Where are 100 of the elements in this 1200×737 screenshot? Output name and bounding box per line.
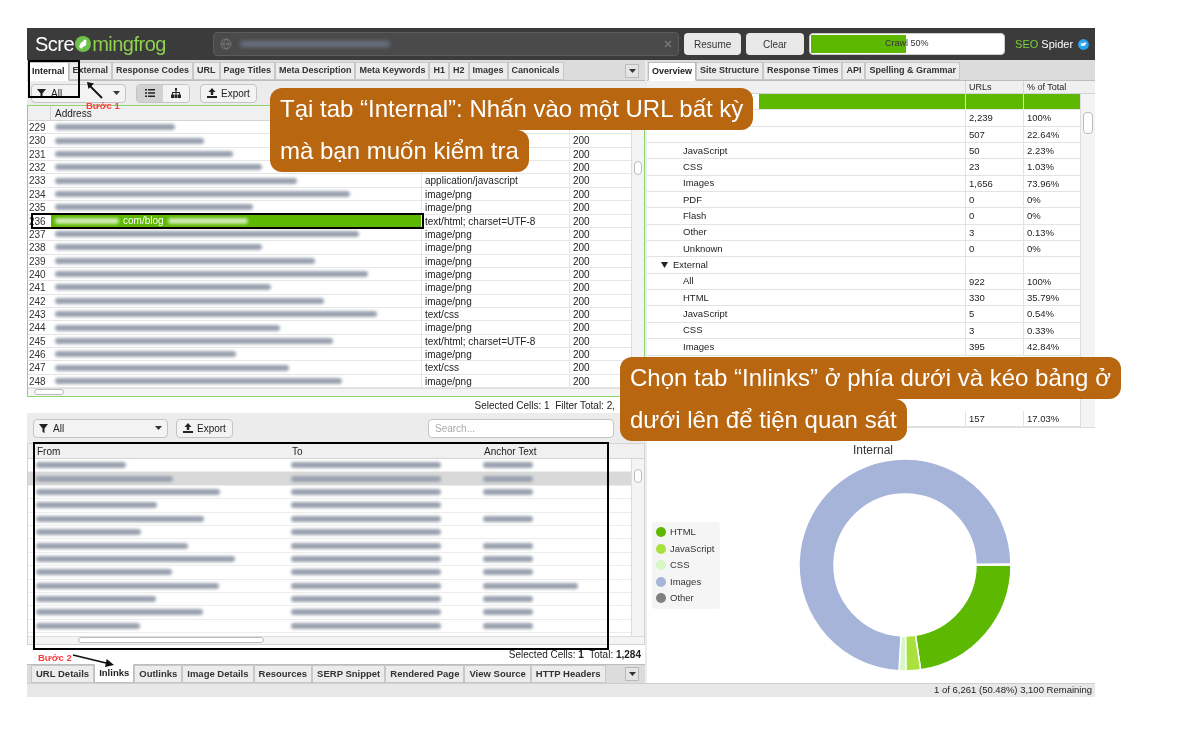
table-row[interactable] — [28, 499, 631, 513]
tab[interactable]: SERP Snippet — [312, 665, 386, 683]
tab[interactable]: API — [842, 62, 866, 80]
tab[interactable]: Response Codes — [112, 62, 194, 80]
logo-text: mingfrog — [92, 32, 166, 57]
tree-label: JavaScript — [683, 143, 728, 158]
table-cell: 23 — [965, 159, 1023, 175]
caret-icon — [628, 672, 636, 676]
row-number: 245 — [28, 334, 47, 348]
table-cell: application/javascript — [421, 174, 569, 187]
status-text: Selected Cells: 1 Total: 1,284 — [508, 648, 641, 662]
row-number: 238 — [28, 241, 47, 254]
table-cell: image/png — [421, 321, 569, 334]
table-cell: 507 — [965, 126, 1023, 143]
tree-label: HTML — [683, 290, 709, 305]
blurred-text — [483, 609, 533, 616]
table-cell: image/png — [421, 281, 569, 294]
column-header: URLs — [965, 81, 1023, 93]
tab[interactable]: H2 — [449, 62, 469, 80]
blurred-text — [483, 488, 533, 495]
row-number: 230 — [28, 134, 47, 147]
tab[interactable]: HTTP Headers — [530, 665, 606, 683]
tab[interactable]: Page Titles — [219, 62, 275, 80]
tab[interactable]: Meta Description — [274, 62, 356, 80]
tab[interactable]: View Source — [464, 665, 531, 683]
url-field[interactable] — [212, 32, 680, 56]
filter-dropdown[interactable]: All — [33, 418, 168, 438]
blurred-text — [55, 217, 119, 224]
view-toggle[interactable] — [137, 84, 163, 102]
export-button[interactable]: Export — [200, 83, 257, 103]
legend-label: JavaScript — [670, 541, 715, 556]
toolbar-button[interactable]: Resume — [684, 33, 742, 55]
tab[interactable]: Outlinks — [134, 665, 183, 683]
dropdown-button[interactable] — [625, 64, 639, 78]
frog-icon — [74, 35, 93, 53]
legend-label: Images — [670, 574, 702, 589]
tab[interactable]: Resources — [253, 665, 313, 683]
callout-text: Tại tab “Internal”: Nhấn vào một URL bất kỳ — [270, 88, 754, 130]
pointer-arrow — [86, 81, 104, 99]
column-header: To — [291, 445, 304, 458]
tree-icon — [171, 88, 181, 98]
row-number: 242 — [28, 294, 47, 308]
table-cell: 922 — [965, 273, 1023, 290]
tab[interactable]: Internal — [28, 62, 69, 81]
tab[interactable]: Site Structure — [696, 62, 764, 80]
chart-title: Internal — [853, 442, 894, 459]
table-cell: text/css — [421, 308, 569, 321]
tab[interactable]: Inlinks — [94, 664, 135, 683]
globe-icon — [219, 38, 232, 50]
tab[interactable]: URL — [193, 62, 220, 80]
legend-label: HTML — [670, 525, 696, 540]
table-row[interactable] — [28, 566, 631, 580]
tab[interactable]: H1 — [429, 62, 449, 80]
scrollbar-thumb[interactable] — [634, 161, 642, 175]
tab[interactable]: Response Times — [763, 62, 843, 80]
tab[interactable]: Image Details — [182, 665, 254, 683]
toolbar-button[interactable]: Clear — [746, 33, 804, 55]
table-cell[interactable] — [1023, 94, 1080, 110]
caret-icon — [113, 91, 120, 95]
table-row[interactable] — [28, 472, 631, 486]
table-cell: image/png — [421, 241, 569, 254]
tab[interactable]: URL Details — [31, 665, 95, 683]
table-cell: 50 — [965, 143, 1023, 159]
table-cell: text/html; charset=UTF-8 — [421, 334, 569, 348]
legend-label: CSS — [670, 558, 690, 573]
scrollbar-thumb[interactable] — [78, 637, 264, 643]
tab[interactable]: Overview — [648, 62, 697, 81]
tab[interactable]: Spelling & Grammar — [865, 62, 960, 80]
url-text: com/blog — [123, 214, 164, 228]
row-number: 244 — [28, 321, 47, 334]
scrollbar-thumb[interactable] — [634, 469, 642, 483]
table-cell: 330 — [965, 290, 1023, 306]
view-toggle[interactable] — [163, 84, 189, 102]
dropdown-button[interactable] — [625, 667, 639, 681]
row-number: 233 — [28, 174, 47, 187]
tree-label: JavaScript — [683, 307, 728, 322]
table-cell[interactable] — [965, 94, 1023, 110]
upload-icon — [207, 88, 217, 98]
table-row[interactable] — [28, 606, 631, 620]
blurred-text — [483, 596, 533, 603]
blurred-text — [483, 569, 533, 576]
row-number: 234 — [28, 187, 47, 201]
search-field[interactable]: Search... — [428, 418, 614, 438]
row-number: 240 — [28, 267, 47, 281]
tab[interactable]: Canonicals — [507, 62, 564, 80]
table-cell: image/png — [421, 201, 569, 214]
row-number: 248 — [28, 374, 47, 388]
export-button[interactable]: Export — [176, 418, 233, 438]
brand-text: SEO — [1015, 36, 1039, 52]
close-icon — [664, 40, 673, 48]
scrollbar-thumb[interactable] — [1083, 112, 1093, 134]
tab[interactable]: Meta Keywords — [355, 62, 430, 80]
table-cell: 5 — [965, 306, 1023, 322]
tab[interactable]: Images — [468, 62, 508, 80]
tree-label: Images — [683, 176, 715, 191]
tab[interactable]: Rendered Page — [385, 665, 465, 683]
scrollbar-thumb[interactable] — [34, 389, 64, 396]
filter-icon — [39, 423, 48, 433]
row-number: 247 — [28, 361, 47, 374]
list-icon — [145, 88, 155, 98]
